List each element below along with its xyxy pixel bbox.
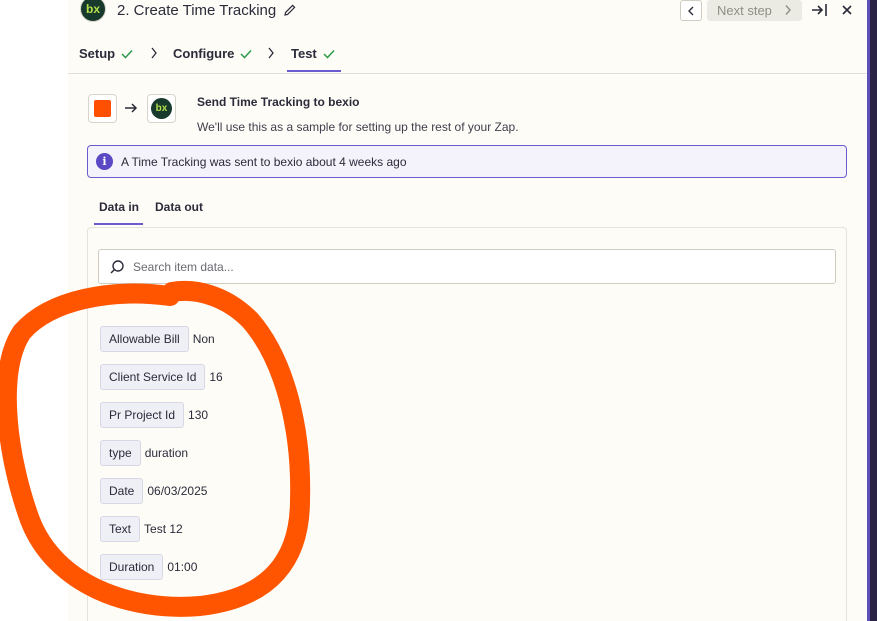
field-label[interactable]: Allowable Bill: [100, 326, 189, 352]
info-icon: i: [96, 153, 113, 170]
field-row: Duration 01:00: [100, 554, 197, 580]
chevron-right-icon: [785, 5, 791, 15]
pencil-icon[interactable]: [283, 3, 297, 17]
app-logo-text: bx: [85, 2, 100, 16]
tab-setup-label: Setup: [79, 46, 116, 61]
next-step-button[interactable]: Next step: [707, 0, 802, 21]
step-title: 2. Create Time Tracking: [117, 2, 277, 19]
field-value: Non: [192, 332, 215, 346]
next-step-label: Next step: [717, 3, 772, 18]
tab-test-label: Test: [291, 46, 317, 61]
field-value: 130: [188, 408, 209, 422]
field-label[interactable]: type: [100, 440, 141, 466]
field-row: Date 06/03/2025: [100, 478, 207, 504]
previous-step-button[interactable]: [680, 0, 702, 21]
active-tab-indicator: [287, 70, 341, 72]
field-label[interactable]: Duration: [100, 554, 164, 580]
bexio-logo-icon: bx: [151, 98, 172, 119]
field-value: 16: [209, 370, 223, 384]
field-value: duration: [144, 446, 189, 460]
active-data-tab-indicator: [94, 223, 143, 225]
action-app-icon: bx: [147, 94, 176, 123]
send-title: Send Time Tracking to bexio: [197, 95, 360, 109]
field-row: type duration: [100, 440, 188, 466]
field-label[interactable]: Text: [100, 516, 141, 542]
tab-data-in[interactable]: Data in: [99, 200, 139, 214]
field-value: 01:00: [167, 560, 198, 574]
zap-editor-screen: bx 2. Create Time Tracking Next step Set…: [0, 0, 877, 621]
collapse-panel-icon[interactable]: [811, 2, 829, 18]
tab-setup[interactable]: Setup: [79, 46, 133, 61]
zapier-square-icon: [94, 100, 111, 117]
chevron-right-icon: [151, 47, 157, 59]
field-row: Allowable Bill Non: [100, 326, 215, 352]
field-row: Text Test 12: [100, 516, 183, 542]
search-input[interactable]: [133, 257, 813, 277]
info-banner-text: A Time Tracking was sent to bexio about …: [121, 155, 407, 169]
close-icon[interactable]: [840, 3, 854, 17]
check-icon: [121, 49, 133, 59]
search-icon: [110, 260, 124, 274]
arrow-right-icon: [125, 103, 138, 113]
chevron-left-icon: [688, 6, 694, 15]
field-label[interactable]: Client Service Id: [100, 364, 206, 390]
check-icon: [323, 49, 335, 59]
field-label[interactable]: Date: [100, 478, 144, 504]
field-row: Pr Project Id 130: [100, 402, 208, 428]
field-label[interactable]: Pr Project Id: [100, 402, 185, 428]
chevron-right-icon: [268, 47, 274, 59]
tab-test[interactable]: Test: [291, 46, 335, 61]
tab-configure-label: Configure: [173, 46, 235, 61]
tab-configure[interactable]: Configure: [173, 46, 252, 61]
search-box: [98, 249, 836, 284]
field-value: Test 12: [144, 522, 183, 536]
trigger-app-icon: [88, 94, 117, 123]
panel-edge: [867, 0, 877, 621]
info-banner: i A Time Tracking was sent to bexio abou…: [87, 145, 847, 178]
field-value: 06/03/2025: [147, 484, 208, 498]
send-subtitle: We'll use this as a sample for setting u…: [197, 120, 519, 134]
tab-data-out[interactable]: Data out: [155, 200, 203, 214]
field-row: Client Service Id 16: [100, 364, 223, 390]
check-icon: [240, 49, 252, 59]
